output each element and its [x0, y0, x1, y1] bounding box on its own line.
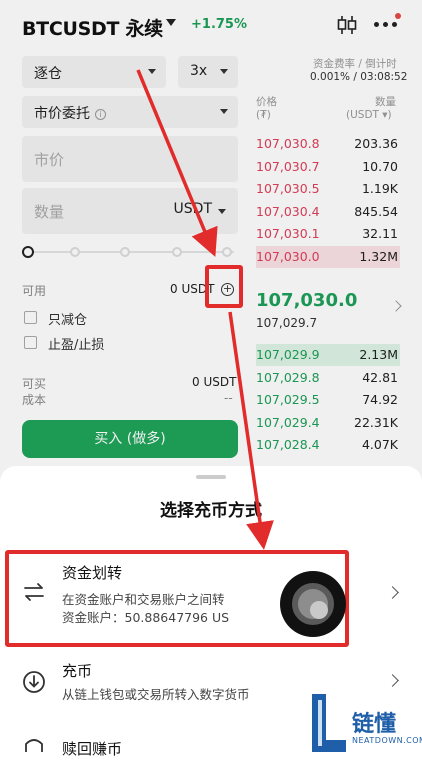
- watermark-text: 链懂: [352, 712, 397, 737]
- chevron-right-icon: [386, 586, 399, 599]
- touch-core: [310, 601, 328, 619]
- touch-ring: [292, 583, 334, 625]
- watermark-subtext: NEATDOWN.COM: [352, 736, 422, 745]
- deposit-download-icon: [23, 671, 45, 693]
- option-deposit[interactable]: 充币 从链上钱包或交易所转入数字货币: [0, 652, 422, 714]
- option-description: 从链上钱包或交易所转入数字货币: [62, 687, 250, 702]
- sheet-grabber[interactable]: [196, 475, 226, 479]
- highlight-plus-box: [205, 265, 243, 308]
- redeem-icon: [25, 739, 43, 752]
- option-title: 充币: [62, 662, 93, 680]
- site-logo-icon: [312, 694, 346, 752]
- chevron-right-icon: [386, 674, 399, 687]
- touch-indicator: [280, 571, 346, 637]
- option-title: 赎回赚币: [62, 740, 123, 758]
- sheet-title: 选择充币方式: [160, 501, 262, 521]
